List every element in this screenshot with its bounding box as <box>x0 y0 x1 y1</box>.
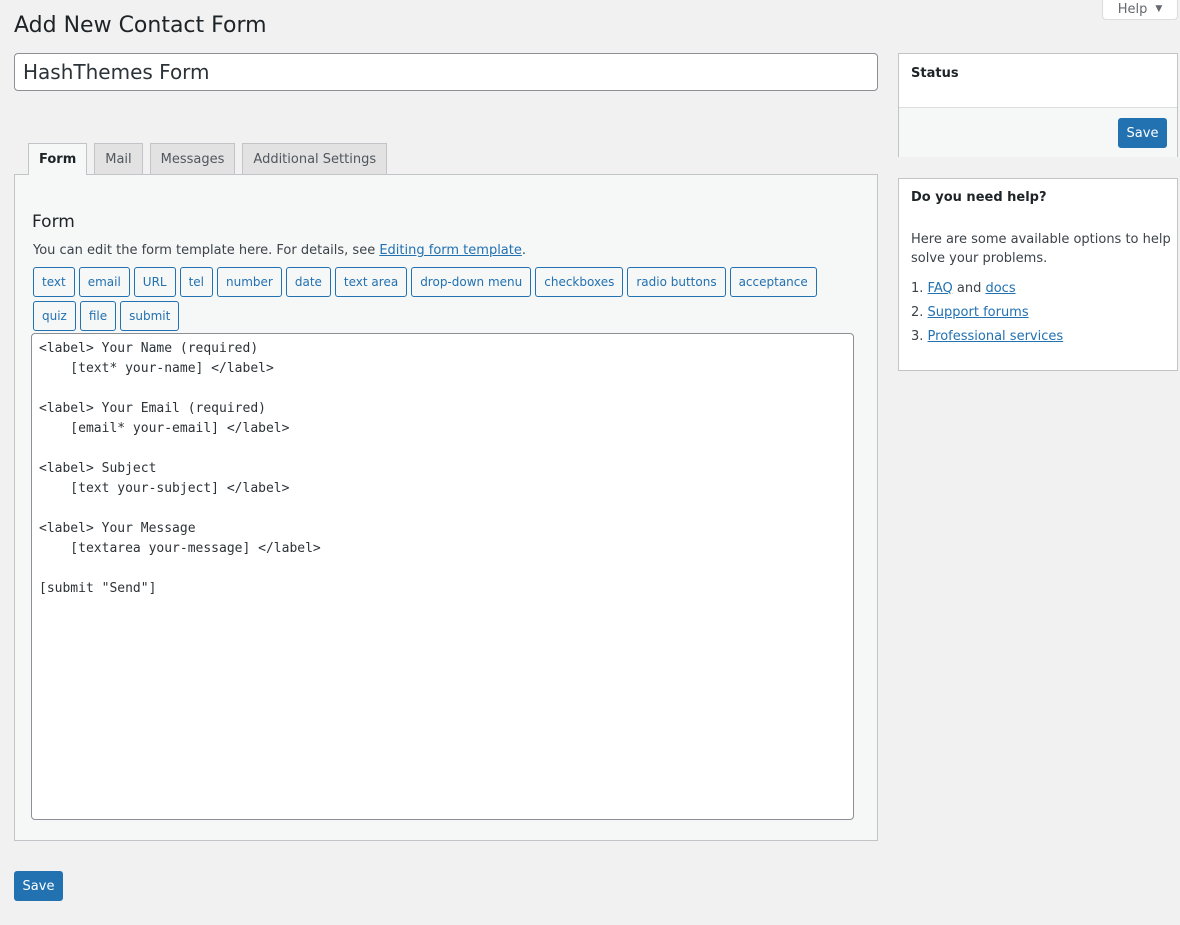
form-template-editor[interactable]: <label> Your Name (required) [text* your… <box>31 333 854 820</box>
editing-form-template-link[interactable]: Editing form template <box>379 243 522 258</box>
tag-button-text[interactable]: text <box>33 267 75 297</box>
list-number: 3. <box>911 329 924 344</box>
tag-button-email[interactable]: email <box>78 267 130 297</box>
tag-button-tel[interactable]: tel <box>179 267 214 297</box>
tag-button-dropdown[interactable]: drop-down menu <box>411 267 532 297</box>
tab-mail[interactable]: Mail <box>94 143 143 174</box>
description-suffix: . <box>521 243 527 258</box>
help-box-title: Do you need help? <box>911 190 1047 205</box>
form-title-input[interactable] <box>14 53 878 91</box>
help-list-item: 2. Support forums <box>911 303 1063 327</box>
professional-services-link[interactable]: Professional services <box>928 329 1064 344</box>
status-save-button[interactable]: Save <box>1118 118 1167 148</box>
page-title: Add New Contact Form <box>14 13 267 38</box>
status-box-title: Status <box>911 66 959 81</box>
help-box: Do you need help? Here are some availabl… <box>898 178 1178 371</box>
form-panel: Form You can edit the form template here… <box>14 174 878 841</box>
tab-messages[interactable]: Messages <box>149 143 236 174</box>
help-tab-label: Help <box>1117 1 1148 17</box>
list-number: 2. <box>911 305 924 320</box>
panel-description: You can edit the form template here. For… <box>33 243 526 258</box>
caret-down-icon: ▼ <box>1155 4 1163 14</box>
tag-button-quiz[interactable]: quiz <box>33 301 76 331</box>
docs-link[interactable]: docs <box>985 281 1015 296</box>
tab-additional-settings[interactable]: Additional Settings <box>242 143 388 174</box>
tag-button-acceptance[interactable]: acceptance <box>729 267 817 297</box>
list-number: 1. <box>911 281 924 296</box>
list-connector: and <box>952 281 986 296</box>
tag-generator-buttons: text email URL tel number date text area… <box>33 267 853 331</box>
tag-button-date[interactable]: date <box>285 267 331 297</box>
support-forums-link[interactable]: Support forums <box>928 305 1029 320</box>
tag-button-file[interactable]: file <box>79 301 117 331</box>
help-links-list: 1. FAQ and docs 2. Support forums 3. Pro… <box>911 279 1063 351</box>
help-list-item: 3. Professional services <box>911 327 1063 351</box>
status-box-footer: Save <box>899 107 1177 157</box>
panel-heading: Form <box>32 212 75 232</box>
save-button[interactable]: Save <box>14 871 63 901</box>
status-box: Status Save <box>898 53 1178 157</box>
faq-link[interactable]: FAQ <box>928 281 953 296</box>
tag-button-checkboxes[interactable]: checkboxes <box>535 267 624 297</box>
tag-button-submit[interactable]: submit <box>120 301 180 331</box>
tab-form[interactable]: Form <box>28 143 88 175</box>
tag-button-radio[interactable]: radio buttons <box>627 267 726 297</box>
help-box-text: Here are some available options to help … <box>911 232 1171 266</box>
tag-button-url[interactable]: URL <box>133 267 176 297</box>
tag-button-textarea[interactable]: text area <box>334 267 408 297</box>
tab-bar: Form Mail Messages Additional Settings <box>28 143 388 175</box>
description-text: You can edit the form template here. For… <box>33 243 380 258</box>
help-list-item: 1. FAQ and docs <box>911 279 1063 303</box>
tag-button-number[interactable]: number <box>217 267 282 297</box>
help-tab-button[interactable]: Help ▼ <box>1102 0 1178 20</box>
